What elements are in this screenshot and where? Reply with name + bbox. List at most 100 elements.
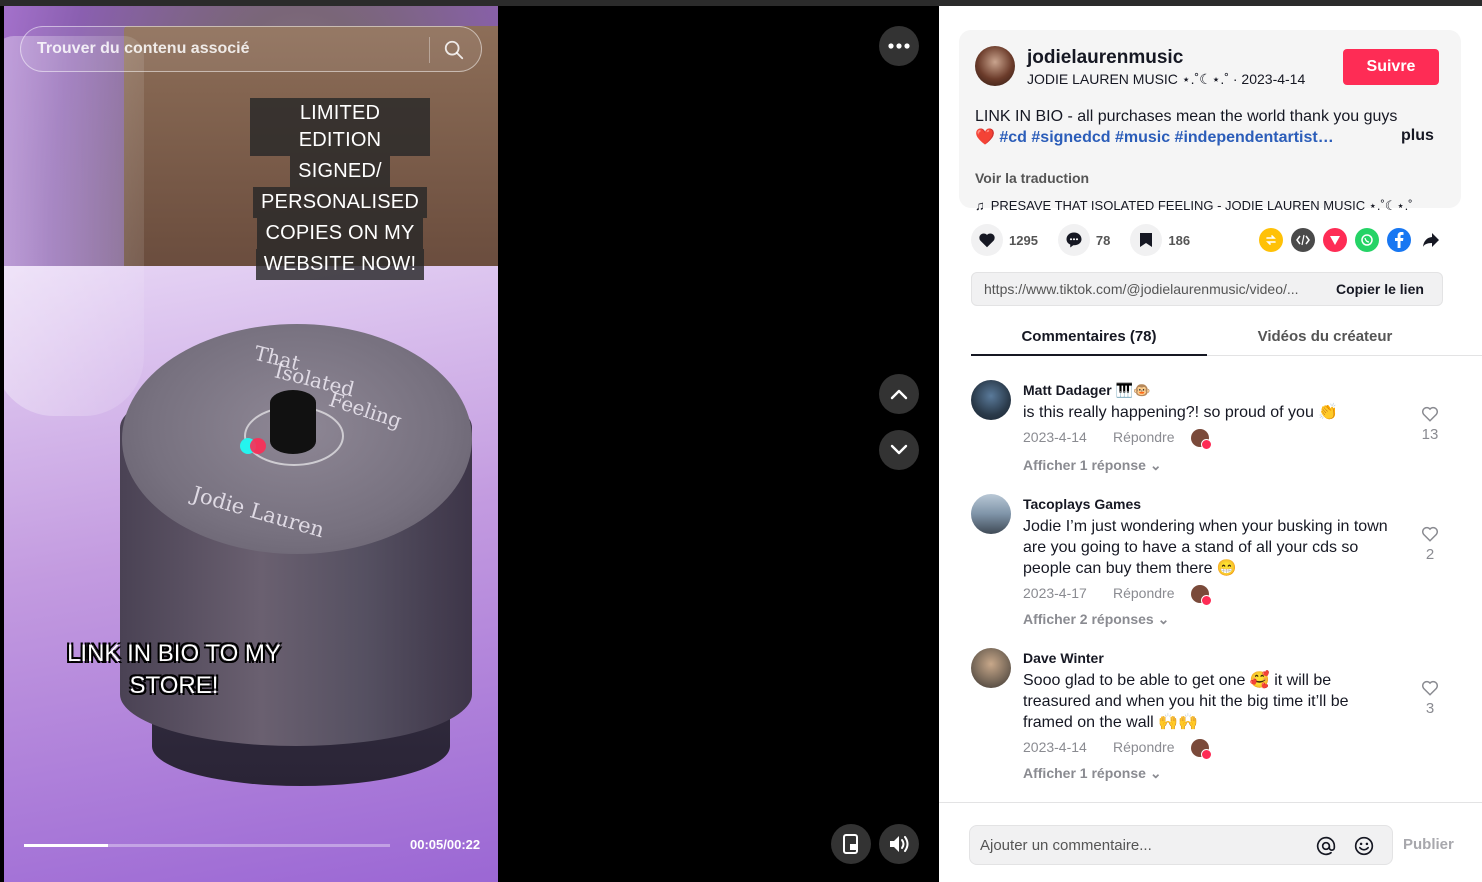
- search-input[interactable]: Trouver du contenu associé: [37, 40, 250, 58]
- comment-action[interactable]: 78: [1057, 224, 1111, 256]
- video-player[interactable]: That Isolated Feeling Jodie Lauren LIMIT…: [4, 6, 498, 882]
- repost-icon[interactable]: [1259, 228, 1283, 252]
- comment-input[interactable]: Ajouter un commentaire...: [969, 825, 1393, 865]
- commenter-name[interactable]: Dave Winter: [1023, 650, 1104, 666]
- comment-button[interactable]: [1057, 224, 1090, 256]
- more-options-button[interactable]: [879, 26, 919, 66]
- comment-item: Dave Winter Sooo glad to be able to get …: [971, 648, 1451, 788]
- comment-like-count: 13: [1421, 426, 1439, 443]
- speaker-icon: [890, 836, 909, 852]
- facebook-icon[interactable]: [1387, 228, 1411, 252]
- overlay-line: STORE!: [129, 672, 219, 699]
- comment-heart-icon[interactable]: [1421, 679, 1439, 697]
- whatsapp-icon[interactable]: [1355, 228, 1379, 252]
- reply-button[interactable]: Répondre: [1113, 585, 1175, 601]
- show-replies-label: Afficher 1 réponse: [1023, 765, 1146, 781]
- video-progress-bar[interactable]: [24, 844, 390, 847]
- video-url[interactable]: https://www.tiktok.com/@jodielaurenmusic…: [984, 281, 1320, 297]
- comment-date: 2023-4-17: [1023, 585, 1087, 601]
- volume-button[interactable]: [879, 824, 919, 864]
- show-replies-button[interactable]: Afficher 2 réponses ⌄: [1023, 611, 1169, 628]
- heart-icon: [979, 233, 995, 248]
- comment-heart-icon[interactable]: [1421, 525, 1439, 543]
- more-button[interactable]: plus: [1401, 127, 1434, 145]
- mini-player-icon: [843, 834, 858, 854]
- panel-tabs: Commentaires (78) Vidéos du créateur: [971, 318, 1482, 356]
- comment-bubble-icon: [1066, 232, 1082, 248]
- comment-like-count: 3: [1425, 700, 1435, 717]
- share-arrow-icon[interactable]: [1419, 228, 1443, 252]
- follow-button[interactable]: Suivre: [1343, 49, 1439, 85]
- overlay-line: LINK IN BIO TO MY: [67, 640, 281, 667]
- tiktok-watermark-icon: [240, 438, 268, 454]
- video-overlay-text: LINK IN BIO TO MY STORE!: [44, 638, 304, 702]
- show-replies-button[interactable]: Afficher 1 réponse ⌄: [1023, 765, 1162, 782]
- copy-link-button[interactable]: Copier le lien: [1336, 281, 1424, 297]
- reply-button[interactable]: Répondre: [1113, 739, 1175, 755]
- description-text: LINK IN BIO - all purchases mean the wor…: [975, 108, 1398, 125]
- comment-count: 78: [1095, 232, 1111, 248]
- creator-liked-avatar: [1191, 739, 1212, 760]
- search-divider: [429, 37, 430, 63]
- active-tab-underline: [971, 354, 1207, 356]
- comment-like-count: 2: [1425, 546, 1435, 563]
- share-buttons: [1259, 228, 1451, 252]
- bookmark-icon: [1140, 233, 1153, 247]
- chevron-down-icon: ⌄: [1157, 611, 1170, 627]
- commenter-name[interactable]: Matt Dadager 🎹🐵: [1023, 382, 1150, 399]
- caption-line: COPIES ON MY: [257, 218, 423, 249]
- creator-username[interactable]: jodielaurenmusic: [1027, 47, 1183, 69]
- embed-icon[interactable]: [1291, 228, 1315, 252]
- video-progress-fill: [24, 844, 109, 847]
- publish-button[interactable]: Publier: [1403, 836, 1454, 853]
- post-info-card: jodielaurenmusic JODIE LAUREN MUSIC ⋆.˚☾…: [959, 30, 1461, 213]
- search-icon[interactable]: [443, 39, 465, 61]
- show-replies-button[interactable]: Afficher 1 réponse ⌄: [1023, 457, 1162, 474]
- save-button[interactable]: [1130, 224, 1163, 256]
- music-link[interactable]: ♫ PRESAVE THAT ISOLATED FEELING - JODIE L…: [975, 198, 1413, 214]
- save-action[interactable]: 186: [1130, 224, 1190, 256]
- commenter-name[interactable]: Tacoplays Games: [1023, 496, 1141, 512]
- creator-liked-avatar: [1191, 585, 1212, 606]
- commenter-avatar[interactable]: [971, 648, 1011, 688]
- like-action[interactable]: 1295: [971, 224, 1038, 256]
- caption-line: SIGNED/: [290, 156, 390, 187]
- next-video-button[interactable]: [879, 430, 919, 470]
- hashtags[interactable]: #cd #signedcd #music #independentartist…: [999, 129, 1333, 146]
- creator-subline: JODIE LAUREN MUSIC ⋆.˚☾⋆.˚ · 2023-4-14: [1027, 71, 1306, 87]
- comment-composer: Ajouter un commentaire... Publier: [939, 802, 1482, 882]
- creator-avatar[interactable]: [975, 46, 1015, 86]
- commenter-avatar[interactable]: [971, 380, 1011, 420]
- comment-placeholder: Ajouter un commentaire...: [980, 837, 1152, 854]
- comment-date: 2023-4-14: [1023, 739, 1087, 755]
- details-panel: jodielaurenmusic JODIE LAUREN MUSIC ⋆.˚☾…: [939, 6, 1482, 882]
- post-description: LINK IN BIO - all purchases mean the wor…: [975, 106, 1415, 148]
- show-replies-label: Afficher 1 réponse: [1023, 457, 1146, 473]
- creator-liked-avatar: [1191, 429, 1212, 450]
- comment-item: Matt Dadager 🎹🐵 is this really happening…: [971, 380, 1451, 480]
- tab-creator-videos[interactable]: Vidéos du créateur: [1207, 328, 1443, 345]
- chevron-down-icon: ⌄: [1149, 457, 1162, 473]
- floating-player-button[interactable]: [831, 824, 871, 864]
- related-content-search[interactable]: Trouver du contenu associé: [20, 26, 482, 72]
- plastic-cup: [4, 36, 144, 416]
- show-replies-label: Afficher 2 réponses: [1023, 611, 1154, 627]
- like-button[interactable]: [971, 224, 1003, 256]
- caption-line: LIMITED EDITION: [250, 98, 430, 156]
- video-caption: LIMITED EDITION SIGNED/ PERSONALISED COP…: [250, 98, 430, 280]
- mention-icon[interactable]: [1316, 836, 1336, 856]
- video-stage: That Isolated Feeling Jodie Lauren LIMIT…: [0, 6, 939, 882]
- heart-emoji: ❤️: [975, 129, 995, 146]
- previous-video-button[interactable]: [879, 374, 919, 414]
- translate-link[interactable]: Voir la traduction: [975, 170, 1089, 186]
- commenter-avatar[interactable]: [971, 494, 1011, 534]
- comment-heart-icon[interactable]: [1421, 405, 1439, 423]
- tab-comments[interactable]: Commentaires (78): [971, 328, 1207, 345]
- reply-button[interactable]: Répondre: [1113, 429, 1175, 445]
- chevron-down-icon: [890, 444, 908, 455]
- send-icon[interactable]: [1323, 228, 1347, 252]
- music-note-icon: ♫: [975, 198, 985, 213]
- chevron-down-icon: ⌄: [1149, 765, 1162, 781]
- comment-text: is this really happening?! so proud of y…: [1023, 404, 1339, 421]
- emoji-icon[interactable]: [1354, 836, 1374, 856]
